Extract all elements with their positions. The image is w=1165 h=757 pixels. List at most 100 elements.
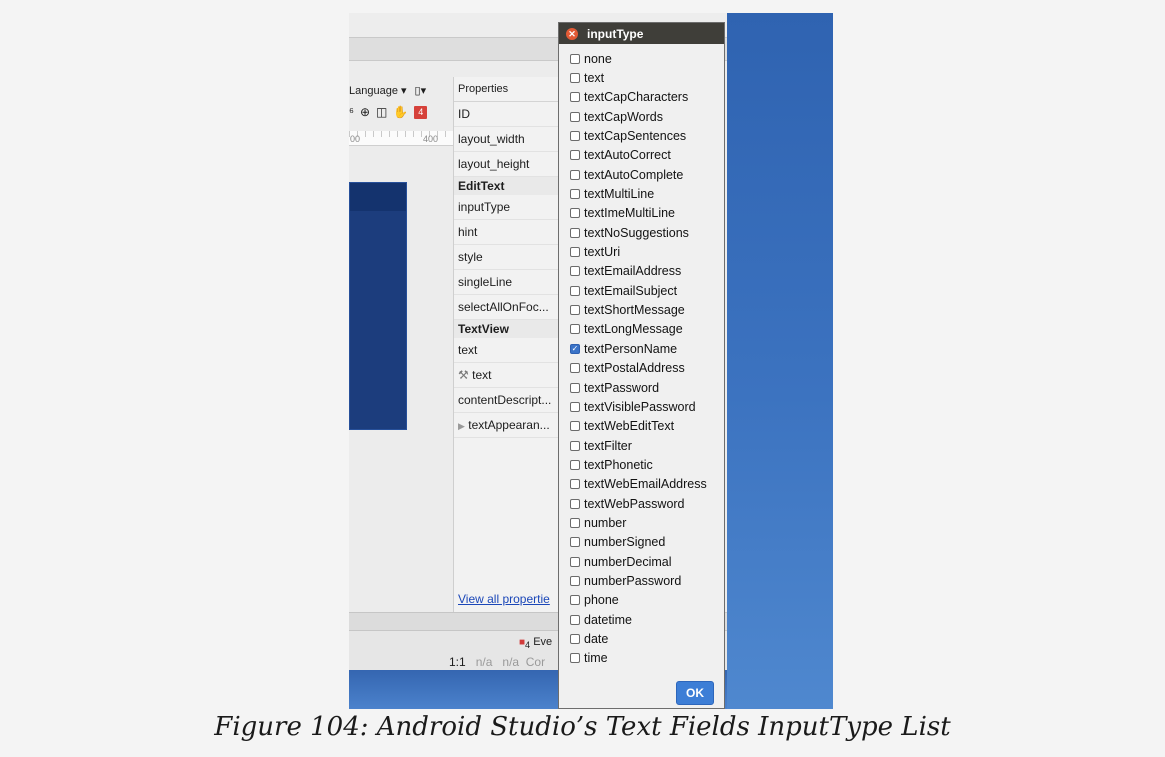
inputtype-option[interactable]: textEmailAddress bbox=[570, 262, 724, 281]
inputtype-option[interactable]: time bbox=[570, 649, 724, 668]
inputtype-option[interactable]: date bbox=[570, 629, 724, 648]
wrench-icon: ⚒ bbox=[458, 368, 469, 382]
inputtype-option-label: textEmailAddress bbox=[584, 264, 682, 279]
figure-caption: Figure 104: Android Studio’s Text Fields… bbox=[214, 712, 951, 742]
inputtype-option[interactable]: textLongMessage bbox=[570, 320, 724, 339]
inputtype-option-label: textWebEmailAddress bbox=[584, 477, 707, 492]
close-icon[interactable]: ✕ bbox=[566, 27, 578, 40]
inputtype-option[interactable]: textAutoCorrect bbox=[570, 146, 724, 165]
inputtype-checkbox[interactable] bbox=[570, 517, 580, 528]
pan-icon[interactable]: ⁶ bbox=[349, 105, 354, 119]
inputtype-option[interactable]: numberSigned bbox=[570, 533, 724, 552]
inputtype-checkbox[interactable] bbox=[570, 421, 580, 432]
language-label: Language bbox=[349, 84, 398, 97]
hand-icon[interactable]: ✋ bbox=[393, 105, 408, 119]
inputtype-option[interactable]: textCapSentences bbox=[570, 126, 724, 145]
inputtype-checkbox[interactable] bbox=[570, 189, 580, 200]
property-label: text bbox=[472, 368, 492, 382]
inputtype-option[interactable]: textImeMultiLine bbox=[570, 204, 724, 223]
inputtype-option-label: textAutoCorrect bbox=[584, 148, 671, 163]
inputtype-option[interactable]: textFilter bbox=[570, 436, 724, 455]
inputtype-checkbox[interactable] bbox=[570, 595, 580, 606]
inputtype-option-label: textMultiLine bbox=[584, 187, 655, 202]
property-label: textAppearan... bbox=[468, 418, 550, 432]
inputtype-option[interactable]: text bbox=[570, 68, 724, 87]
inputtype-checkbox[interactable] bbox=[570, 324, 580, 335]
inputtype-checkbox[interactable] bbox=[570, 440, 580, 451]
inputtype-option-label: textCapCharacters bbox=[584, 90, 689, 105]
dialog-title: inputType bbox=[587, 26, 644, 41]
inputtype-option[interactable]: textWebEditText bbox=[570, 417, 724, 436]
inputtype-checkbox[interactable] bbox=[570, 459, 580, 470]
inputtype-option[interactable]: textEmailSubject bbox=[570, 281, 724, 300]
inputtype-checkbox[interactable] bbox=[570, 208, 580, 219]
event-log-label: Eve bbox=[533, 636, 553, 648]
inputtype-option[interactable]: datetime bbox=[570, 610, 724, 629]
inputtype-checkbox[interactable] bbox=[570, 53, 580, 64]
inputtype-checkbox[interactable] bbox=[570, 111, 580, 122]
inputtype-option[interactable]: none bbox=[570, 49, 724, 68]
phone-device-icon[interactable]: ▯▾ bbox=[415, 84, 427, 97]
inputtype-option-label: numberDecimal bbox=[584, 554, 672, 569]
inputtype-checkbox[interactable] bbox=[570, 92, 580, 103]
inputtype-option[interactable]: phone bbox=[570, 591, 724, 610]
ok-button[interactable]: OK bbox=[676, 681, 714, 705]
inputtype-checkbox[interactable] bbox=[570, 363, 580, 374]
inputtype-checkbox[interactable]: ✓ bbox=[570, 343, 580, 354]
inputtype-option-label: textShortMessage bbox=[584, 303, 685, 318]
ruler-tick-label: 400 bbox=[423, 134, 439, 144]
inputtype-checkbox[interactable] bbox=[570, 247, 580, 258]
expand-triangle-icon[interactable]: ▶ bbox=[458, 421, 465, 431]
inputtype-option[interactable]: ✓ textPersonName bbox=[570, 339, 724, 358]
inputtype-checkbox[interactable] bbox=[570, 131, 580, 142]
line-separator-info: n/a bbox=[475, 655, 493, 669]
inputtype-option[interactable]: textWebEmailAddress bbox=[570, 475, 724, 494]
inputtype-checkbox[interactable] bbox=[570, 653, 580, 664]
inputtype-option[interactable]: textPhonetic bbox=[570, 455, 724, 474]
inputtype-option[interactable]: textMultiLine bbox=[570, 184, 724, 203]
warning-count-badge[interactable]: 4 bbox=[414, 105, 428, 119]
inputtype-option[interactable]: numberDecimal bbox=[570, 552, 724, 571]
inputtype-option[interactable]: textCapWords bbox=[570, 107, 724, 126]
view-all-properties-link[interactable]: View all propertie bbox=[458, 592, 550, 606]
inputtype-option[interactable]: number bbox=[570, 513, 724, 532]
inputtype-checkbox[interactable] bbox=[570, 266, 580, 277]
inputtype-option-label: textPhonetic bbox=[584, 457, 653, 472]
inputtype-checkbox[interactable] bbox=[570, 556, 580, 567]
event-log-button[interactable]: ■4 Eve bbox=[519, 636, 552, 650]
inputtype-option-list: none text textCapCharacters textCapWords tex… bbox=[559, 44, 724, 668]
inputtype-checkbox[interactable] bbox=[570, 73, 580, 84]
inputtype-option[interactable]: textVisiblePassword bbox=[570, 397, 724, 416]
inputtype-checkbox[interactable] bbox=[570, 285, 580, 296]
inputtype-option[interactable]: textPassword bbox=[570, 378, 724, 397]
inputtype-option[interactable]: textPostalAddress bbox=[570, 359, 724, 378]
inputtype-checkbox[interactable] bbox=[570, 401, 580, 412]
inputtype-option[interactable]: textCapCharacters bbox=[570, 88, 724, 107]
inputtype-checkbox[interactable] bbox=[570, 305, 580, 316]
inputtype-checkbox[interactable] bbox=[570, 382, 580, 393]
layout-editor-toolbar: Language ▾ ▯▾ bbox=[349, 79, 453, 101]
zoom-in-icon[interactable]: ⊕ bbox=[360, 105, 370, 119]
inputtype-option[interactable]: textWebPassword bbox=[570, 494, 724, 513]
inputtype-checkbox[interactable] bbox=[570, 537, 580, 548]
inputtype-checkbox[interactable] bbox=[570, 575, 580, 586]
inputtype-checkbox[interactable] bbox=[570, 479, 580, 490]
inputtype-option[interactable]: textAutoComplete bbox=[570, 165, 724, 184]
dialog-titlebar[interactable]: ✕ inputType bbox=[559, 23, 724, 44]
inputtype-checkbox[interactable] bbox=[570, 614, 580, 625]
inputtype-checkbox[interactable] bbox=[570, 169, 580, 180]
inputtype-option-label: textFilter bbox=[584, 438, 632, 453]
inputtype-option-label: numberPassword bbox=[584, 573, 682, 588]
inputtype-option-label: textAutoComplete bbox=[584, 167, 684, 182]
screenshot-icon[interactable]: ◫ bbox=[376, 105, 387, 119]
inputtype-option[interactable]: numberPassword bbox=[570, 571, 724, 590]
inputtype-checkbox[interactable] bbox=[570, 498, 580, 509]
design-preview-canvas[interactable] bbox=[349, 182, 407, 430]
inputtype-checkbox[interactable] bbox=[570, 150, 580, 161]
language-dropdown[interactable]: Language ▾ bbox=[349, 84, 407, 97]
inputtype-option[interactable]: textUri bbox=[570, 242, 724, 261]
inputtype-option[interactable]: textShortMessage bbox=[570, 300, 724, 319]
inputtype-option[interactable]: textNoSuggestions bbox=[570, 223, 724, 242]
inputtype-checkbox[interactable] bbox=[570, 227, 580, 238]
inputtype-checkbox[interactable] bbox=[570, 633, 580, 644]
